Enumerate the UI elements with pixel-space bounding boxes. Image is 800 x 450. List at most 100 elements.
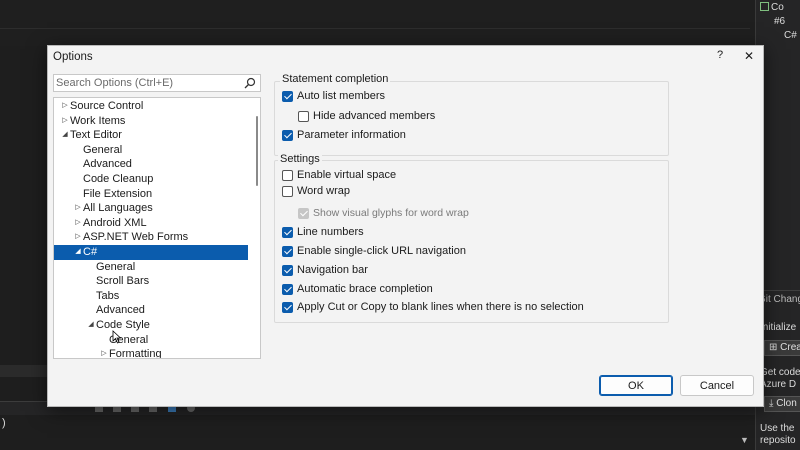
solution-node[interactable]: Co [760,2,784,13]
tree-node-3[interactable]: C# [784,30,797,41]
tree-item[interactable]: Scroll Bars [54,274,248,289]
tree-item-label: Tabs [96,289,120,302]
enable-virtual-space-label: Enable virtual space [297,169,397,181]
tree-item-label: Formatting [109,348,162,359]
tree-node-2[interactable]: #6 [774,16,785,27]
expanded-arrow-icon[interactable]: ◢ [74,245,82,260]
help-button[interactable]: ? [713,49,727,65]
ide-separator [0,28,750,29]
tree-item-label: Android XML [83,216,147,229]
tree-item[interactable]: ▷ All Languages [54,201,248,216]
create-repo-button[interactable]: ⊞ Crea [764,340,800,356]
tree-item-label: Source Control [70,100,144,112]
parameter-information-checkbox[interactable] [282,130,293,141]
tree-item[interactable]: ▷ Work Items [54,114,248,129]
clone-label: Clon [776,398,797,409]
settings-title: Settings [278,153,322,165]
single-click-url-checkbox[interactable] [282,246,293,257]
automatic-brace-label: Automatic brace completion [297,283,433,295]
tree-item[interactable]: File Extension [54,187,248,202]
collapsed-arrow-icon[interactable]: ▷ [74,216,82,231]
tree-node-2-label: #6 [774,16,786,27]
search-icon[interactable] [244,77,256,89]
tree-item[interactable]: ▷ ASP.NET Web Forms [54,230,248,245]
close-button[interactable]: ✕ [742,49,756,65]
tree-item-label: File Extension [83,187,153,200]
expanded-arrow-icon[interactable]: ◢ [61,128,69,143]
repository-text: reposito [760,435,796,446]
tree-item[interactable]: Advanced [54,303,248,318]
tree-item[interactable]: ◢ C# [54,245,248,260]
tree-item-label: Advanced [96,304,145,317]
create-repo-label: Crea [780,342,800,353]
automatic-brace-checkbox[interactable] [282,284,293,295]
line-numbers-label: Line numbers [297,226,364,238]
tree-item-label: General [96,260,136,273]
tree-item-label: Code Cleanup [83,173,154,185]
tree-item-label: Code Style [96,319,150,331]
collapsed-arrow-icon[interactable]: ▷ [61,99,69,114]
collapsed-arrow-icon[interactable]: ▷ [100,347,108,358]
word-wrap-checkbox[interactable] [282,186,293,197]
tree-item-label: All Languages [83,202,153,215]
git-changes-label: Git Changes [758,294,800,305]
use-the-text: Use the [760,423,795,434]
tree-item-label: General [83,143,123,156]
parameter-information-label: Parameter information [297,129,406,141]
options-tree: ▷ Source Control ▷ Work Items ◢ Text Editor Ge… [53,97,261,359]
mouse-cursor-icon [112,330,122,344]
auto-list-members-checkbox[interactable] [282,91,293,102]
apply-cut-copy-checkbox[interactable] [282,302,293,313]
navigation-bar-checkbox[interactable] [282,265,293,276]
ok-button[interactable]: OK [599,375,673,396]
tree-scrollbar[interactable] [254,98,260,358]
solution-node-label: Co [771,2,784,13]
line-numbers-checkbox[interactable] [282,227,293,238]
search-input[interactable] [56,76,236,90]
cancel-button[interactable]: Cancel [680,375,754,396]
tree-item[interactable]: General [54,143,248,158]
single-click-url-label: Enable single-click URL navigation [297,245,466,257]
project-icon [760,2,769,11]
collapsed-arrow-icon[interactable]: ▷ [74,230,82,245]
tree-item-label: C# [83,246,98,258]
azure-text: Azure D [760,379,797,390]
tree-item-label: Advanced [83,158,132,171]
clone-button[interactable]: ⤓ Clon [764,396,800,412]
initialize-text: Initialize [760,322,797,333]
create-icon: ⊞ [769,342,781,353]
tree-item[interactable]: ▷ Source Control [54,99,248,114]
collapsed-arrow-icon[interactable]: ▷ [61,114,69,129]
options-dialog: Options ? ✕ ▷Source Control▷Work Items◢T… [47,45,764,407]
auto-list-members-label: Auto list members [297,90,386,102]
tree-item-label: Scroll Bars [96,275,150,288]
tree-item[interactable]: ◢ Code Style [54,318,248,333]
hide-advanced-members-checkbox[interactable] [298,111,309,122]
tree-item[interactable]: General [54,260,248,275]
tree-item[interactable]: General [54,333,248,348]
tree-item-label: Work Items [70,114,126,127]
tree-item[interactable]: Advanced [54,157,248,172]
tree-scroll-thumb[interactable] [256,116,258,186]
tree-item[interactable]: ▷ Android XML [54,216,248,231]
enable-virtual-space-checkbox[interactable] [282,170,293,181]
tree-node-3-label: C# [784,30,797,41]
tree-item-label: Text Editor [70,129,122,142]
code-text: ) [2,417,6,429]
get-code-text: Get code [760,367,800,378]
git-changes-tab[interactable]: Git Changes [758,294,800,305]
navigation-bar-label: Navigation bar [297,264,368,276]
scroll-down-icon[interactable]: ▼ [740,435,749,445]
expanded-arrow-icon[interactable]: ◢ [87,318,95,333]
tree-item[interactable]: ◢ Text Editor [54,128,248,143]
tree-item[interactable]: ▷ Formatting [54,347,248,359]
tree-item[interactable]: Code Cleanup [54,172,248,187]
statement-completion-title: Statement completion [280,73,391,85]
search-box [53,74,261,92]
word-wrap-label: Word wrap [297,185,350,197]
show-visual-glyphs-label: Show visual glyphs for word wrap [313,207,469,219]
tree-item[interactable]: Tabs [54,289,248,304]
collapsed-arrow-icon[interactable]: ▷ [74,201,82,216]
apply-cut-copy-label: Apply Cut or Copy to blank lines when th… [297,301,584,313]
dialog-title: Options [53,51,93,63]
